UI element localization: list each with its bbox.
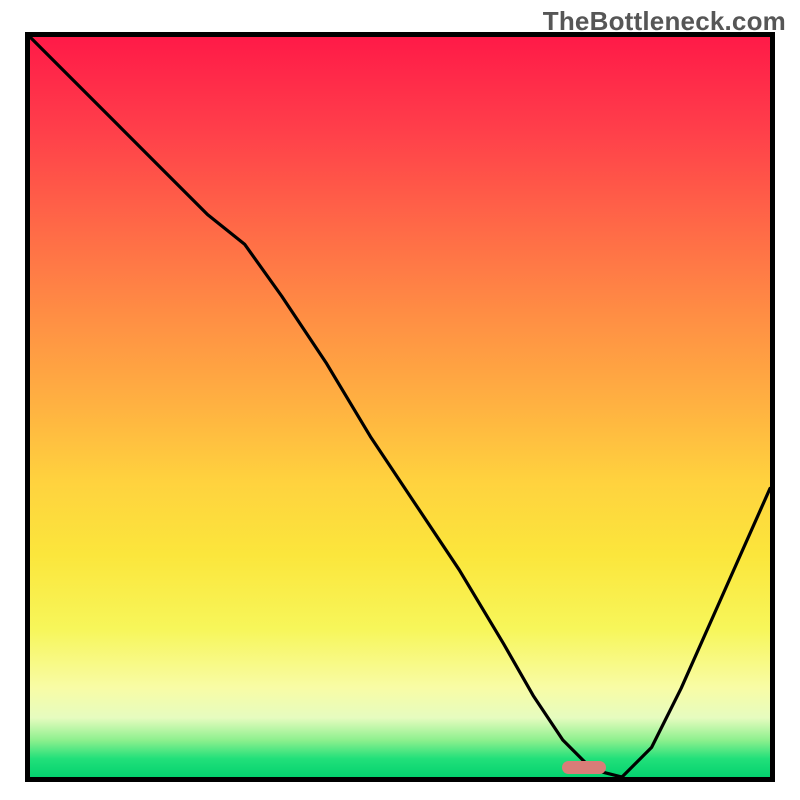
plot-area: [25, 32, 775, 782]
valley-marker: [562, 761, 606, 774]
chart-container: TheBottleneck.com: [0, 0, 800, 800]
bottleneck-curve: [30, 37, 770, 777]
